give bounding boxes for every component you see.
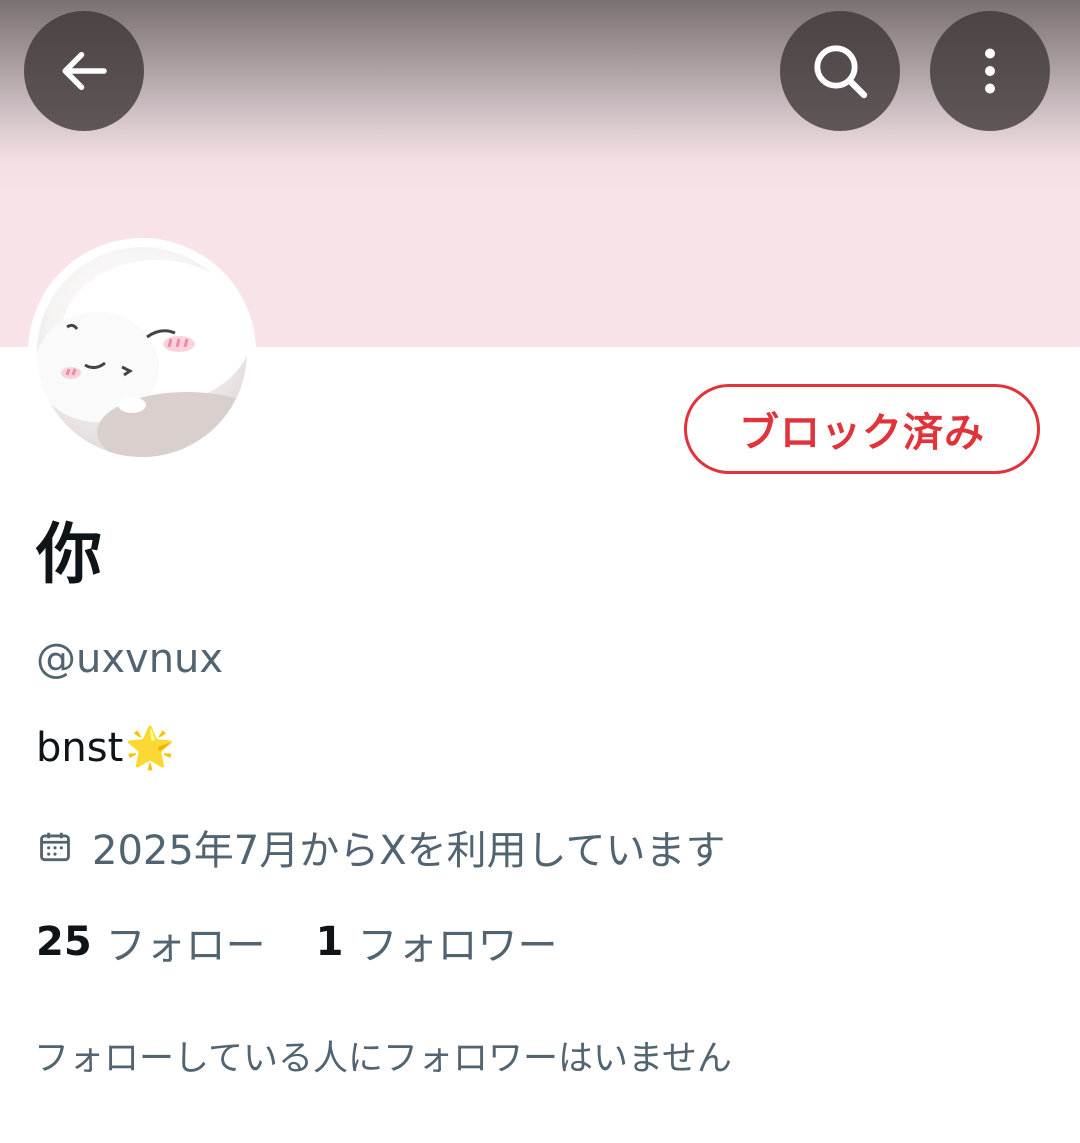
calendar-icon xyxy=(40,832,70,862)
followers-label: フォロワー xyxy=(357,923,558,969)
following-link[interactable]: 25 フォロー xyxy=(36,913,266,971)
glowing-star-emoji: 🌟 xyxy=(125,725,176,771)
bio-text: bnst xyxy=(36,725,124,771)
profile-avatar[interactable] xyxy=(28,238,256,466)
avatar-image xyxy=(37,247,247,457)
followers-count: 1 xyxy=(315,919,344,965)
more-options-button[interactable] xyxy=(930,11,1050,131)
profile-bio: bnst 🌟 xyxy=(36,720,175,776)
search-icon xyxy=(814,45,868,99)
search-button[interactable] xyxy=(780,11,900,131)
following-label: フォロー xyxy=(105,923,266,969)
joined-date: 2025年7月からXを利用しています xyxy=(36,818,725,876)
avatar-character-illustration xyxy=(37,260,247,457)
following-count: 25 xyxy=(36,919,92,965)
followers-link[interactable]: 1 フォロワー xyxy=(316,913,558,971)
display-name: 你 xyxy=(36,516,102,593)
followers-you-know-notice: フォローしている人にフォロワーはいません xyxy=(34,1039,732,1079)
back-button[interactable] xyxy=(24,11,144,131)
arrow-left-icon xyxy=(62,52,107,90)
blocked-button[interactable]: ブロック済み xyxy=(684,384,1040,474)
follow-stats: 25 フォロー 1 フォロワー xyxy=(36,912,558,972)
joined-date-text: 2025年7月からXを利用しています xyxy=(92,828,726,874)
user-handle: @uxvnux xyxy=(36,636,224,682)
more-vertical-icon xyxy=(985,48,995,94)
